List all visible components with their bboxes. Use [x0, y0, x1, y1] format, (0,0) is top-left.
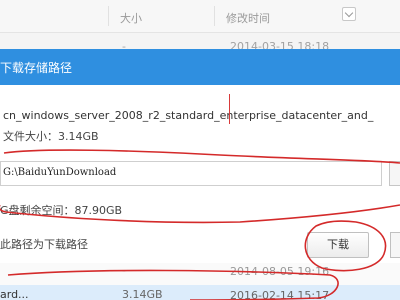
- chevron-down-icon[interactable]: [342, 7, 356, 21]
- file-list-header: 大小 修改时间: [0, 0, 400, 33]
- default-path-checkbox[interactable]: 此路径为下载路径: [0, 236, 88, 252]
- download-path-field[interactable]: G:\BaiduYunDownload: [0, 161, 382, 186]
- annotation-mark: [229, 94, 230, 124]
- file-modified: 2016-02-14 15:17: [230, 289, 330, 300]
- file-name: cn_windows_server_2008_r2_standard_enter…: [3, 109, 374, 122]
- download-button[interactable]: 下载: [307, 232, 369, 258]
- file-modified: 2014-08-05 19:16: [230, 265, 330, 278]
- table-row[interactable]: ard... 3.14GB 2016-02-14 15:17: [0, 285, 400, 300]
- column-separator[interactable]: [214, 6, 215, 26]
- file-size: 3.14GB: [122, 288, 163, 300]
- file-size: -: [122, 264, 126, 277]
- free-space-label: G盘剩余空间：87.90GB: [0, 204, 123, 217]
- dialog-title: 下载存储路径: [0, 61, 73, 75]
- list-item[interactable]: - 2014-08-05 19:16: [0, 263, 400, 285]
- column-size[interactable]: 大小: [120, 10, 142, 26]
- cancel-button[interactable]: [390, 232, 400, 258]
- file-size-label: 文件大小：3.14GB: [3, 130, 99, 143]
- column-separator[interactable]: [108, 6, 109, 26]
- browse-button[interactable]: [389, 161, 400, 186]
- file-name: ard...: [0, 288, 29, 300]
- column-modified[interactable]: 修改时间: [226, 10, 270, 26]
- dialog-titlebar: 下载存储路径: [0, 49, 400, 85]
